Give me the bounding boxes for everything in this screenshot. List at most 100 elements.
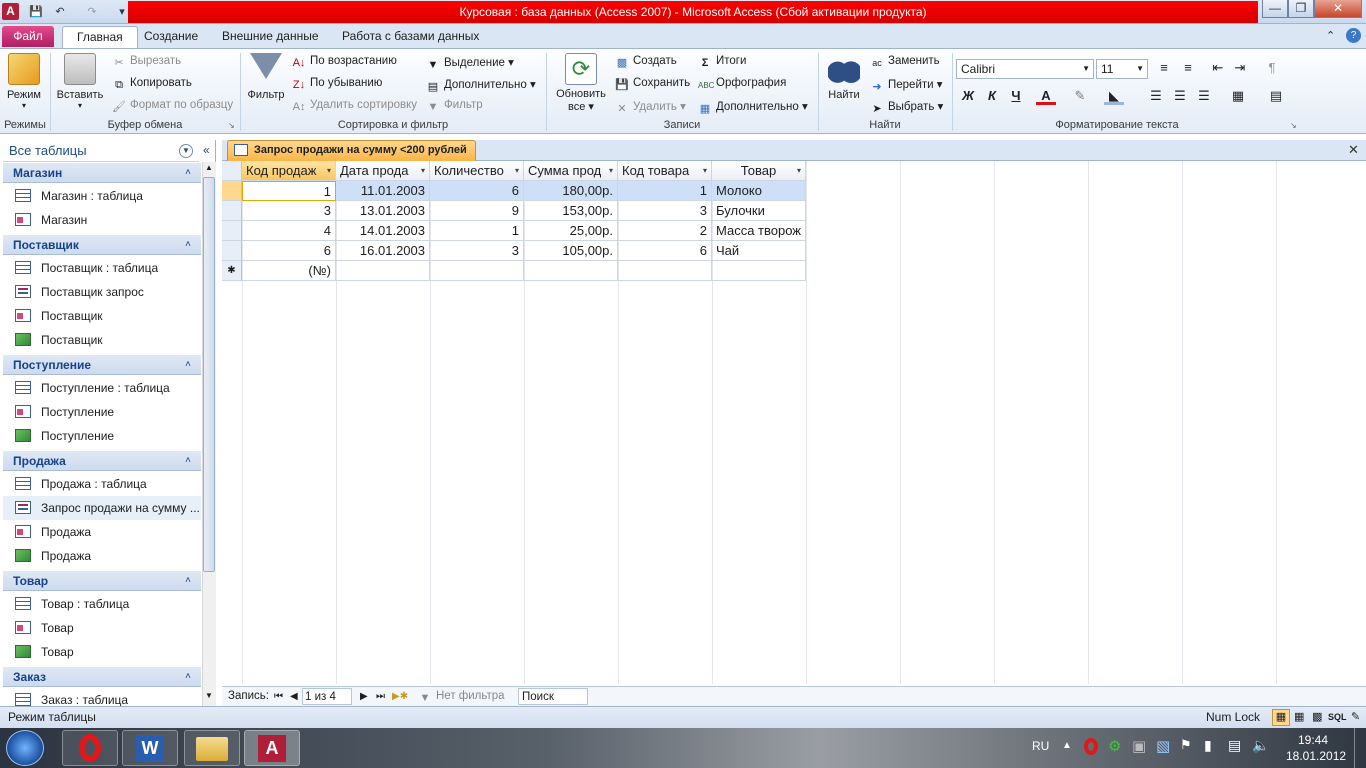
tab-home[interactable]: Главная <box>62 26 138 48</box>
show-hidden-icons[interactable]: ▲ <box>1062 740 1072 751</box>
word-taskbar-button[interactable]: W <box>122 730 178 766</box>
format-painter-button[interactable]: 🖌 Формат по образцу <box>112 99 233 114</box>
remove-sort-button[interactable]: A↕ Удалить сортировку <box>292 99 417 114</box>
decrease-indent-icon[interactable]: ⇤ <box>1208 59 1228 77</box>
font-size-combo[interactable]: 11 ▼ <box>1096 59 1148 79</box>
collapse-ribbon-icon[interactable]: ⌃ <box>1326 29 1335 42</box>
new-row-cell[interactable]: (№) <box>242 261 336 281</box>
maximize-button[interactable]: ❐ <box>1288 0 1314 18</box>
clock-date[interactable]: 18.01.2012 <box>1286 749 1346 763</box>
pivot-chart-view-icon[interactable]: ▩ <box>1312 707 1322 728</box>
minimize-button[interactable]: — <box>1262 0 1288 18</box>
nav-item[interactable]: Поставщик запрос <box>3 280 201 304</box>
table-cell[interactable]: 25,00р. <box>524 221 618 241</box>
nav-group-header[interactable]: Магазин ˄ <box>3 163 201 183</box>
table-cell[interactable]: 2 <box>618 221 712 241</box>
next-record-icon[interactable]: ▶ <box>360 687 368 706</box>
language-indicator[interactable]: RU <box>1032 739 1049 753</box>
table-cell[interactable]: 153,00р. <box>524 201 618 221</box>
table-cell[interactable]: Булочки <box>712 201 806 221</box>
table-cell[interactable]: 16.01.2003 <box>336 241 430 261</box>
paste-button[interactable]: Вставить ▾ <box>54 53 106 111</box>
table-cell[interactable]: 4 <box>242 221 336 241</box>
column-filter-dropdown-icon[interactable]: ▾ <box>609 161 613 180</box>
new-row-selector[interactable]: ✱ <box>222 261 242 281</box>
opera-taskbar-button[interactable] <box>62 730 118 766</box>
advanced-filter-button[interactable]: ▤ Дополнительно ▾ <box>426 77 536 94</box>
font-color-icon[interactable]: A <box>1036 87 1056 105</box>
redo-icon[interactable]: ↷ <box>84 4 100 20</box>
font-name-combo[interactable]: Calibri ▼ <box>956 59 1094 79</box>
nav-item[interactable]: Продажа <box>3 520 201 544</box>
table-cell[interactable]: 9 <box>430 201 524 221</box>
gridlines-icon[interactable]: ▦ <box>1228 87 1248 105</box>
column-header[interactable]: Код продаж ▾ <box>242 161 336 181</box>
power-icon[interactable]: ▮ <box>1204 737 1212 754</box>
delete-record-button[interactable]: ✕ Удалить ▾ <box>615 99 685 116</box>
column-header[interactable]: Дата прода ▾ <box>336 161 430 181</box>
table-cell[interactable]: Молоко <box>712 181 806 201</box>
save-record-button[interactable]: 💾 Сохранить <box>615 77 690 92</box>
table-cell[interactable]: 11.01.2003 <box>336 181 430 201</box>
find-button[interactable]: Найти <box>824 53 864 111</box>
view-button[interactable]: Режим ▾ <box>4 53 44 111</box>
network-tray-icon[interactable]: ▤ <box>1228 737 1241 754</box>
nav-item[interactable]: Поступление : таблица <box>3 376 201 400</box>
table-cell[interactable]: 1 <box>430 221 524 241</box>
column-filter-dropdown-icon[interactable]: ▾ <box>515 161 519 180</box>
new-row-cell[interactable] <box>430 261 524 281</box>
tab-create[interactable]: Создание <box>130 26 212 48</box>
nav-group-header[interactable]: Поставщик ˄ <box>3 235 201 255</box>
new-row-cell[interactable] <box>712 261 806 281</box>
table-cell[interactable]: Чай <box>712 241 806 261</box>
align-right-icon[interactable]: ☰ <box>1194 87 1214 105</box>
table-cell[interactable]: 13.01.2003 <box>336 201 430 221</box>
action-center-icon[interactable]: ⚑ <box>1180 737 1192 753</box>
column-header[interactable]: Сумма прод ▾ <box>524 161 618 181</box>
nav-item[interactable]: Поставщик : таблица <box>3 256 201 280</box>
highlight-icon[interactable]: ✎ <box>1070 87 1090 105</box>
bold-icon[interactable]: Ж <box>958 87 978 105</box>
row-selector[interactable] <box>222 241 242 261</box>
numbering-icon[interactable]: ≡ <box>1178 59 1198 77</box>
scroll-up-icon[interactable]: ▲ <box>203 163 215 172</box>
align-center-icon[interactable]: ☰ <box>1170 87 1190 105</box>
paragraph-direction-icon[interactable]: ¶ <box>1262 59 1282 77</box>
nav-item[interactable]: Поступление <box>3 400 201 424</box>
bullets-icon[interactable]: ≡ <box>1154 59 1174 77</box>
increase-indent-icon[interactable]: ⇥ <box>1230 59 1250 77</box>
new-row-cell[interactable] <box>618 261 712 281</box>
totals-button[interactable]: Σ Итоги <box>698 55 747 70</box>
goto-button[interactable]: ➜ Перейти ▾ <box>870 77 942 94</box>
table-cell[interactable]: 6 <box>242 241 336 261</box>
close-document-icon[interactable]: ✕ <box>1348 142 1359 158</box>
start-button[interactable] <box>6 730 44 766</box>
row-selector[interactable] <box>222 221 242 241</box>
document-tab[interactable]: Запрос продажи на сумму <200 рублей <box>227 140 476 161</box>
table-cell[interactable]: 180,00р. <box>524 181 618 201</box>
prev-record-icon[interactable]: ◀ <box>290 687 298 706</box>
collapse-group-icon[interactable]: ˄ <box>185 163 191 183</box>
nav-pane-header[interactable]: Все таблицы ▼ <box>3 140 199 162</box>
sql-view-icon[interactable]: SQL <box>1328 707 1347 728</box>
replace-button[interactable]: ac Заменить <box>870 55 939 70</box>
copy-button[interactable]: ⧉ Копировать <box>112 77 192 92</box>
shutter-bar-close-icon[interactable]: « <box>203 143 210 157</box>
collapse-group-icon[interactable]: ˄ <box>185 667 191 687</box>
scroll-down-icon[interactable]: ▼ <box>203 691 215 700</box>
nav-item[interactable]: Магазин <box>3 208 201 232</box>
access-logo-icon[interactable]: A <box>2 3 19 20</box>
column-header[interactable]: Код товара ▾ <box>618 161 712 181</box>
help-icon[interactable]: ? <box>1346 28 1361 43</box>
nav-group-header[interactable]: Товар ˄ <box>3 571 201 591</box>
nav-item[interactable]: Товар : таблица <box>3 592 201 616</box>
new-row-cell[interactable] <box>524 261 618 281</box>
column-filter-dropdown-icon[interactable]: ▾ <box>421 161 425 180</box>
pivot-table-view-icon[interactable]: ▦ <box>1294 707 1304 728</box>
table-cell[interactable]: 6 <box>618 241 712 261</box>
new-record-nav-icon[interactable]: ▶✱ <box>392 687 408 706</box>
network-icon[interactable]: ▧ <box>1156 737 1170 755</box>
new-row-cell[interactable] <box>336 261 430 281</box>
nav-group-header[interactable]: Поступление ˄ <box>3 355 201 375</box>
sort-descending-button[interactable]: Z↓ По убыванию <box>292 77 383 92</box>
